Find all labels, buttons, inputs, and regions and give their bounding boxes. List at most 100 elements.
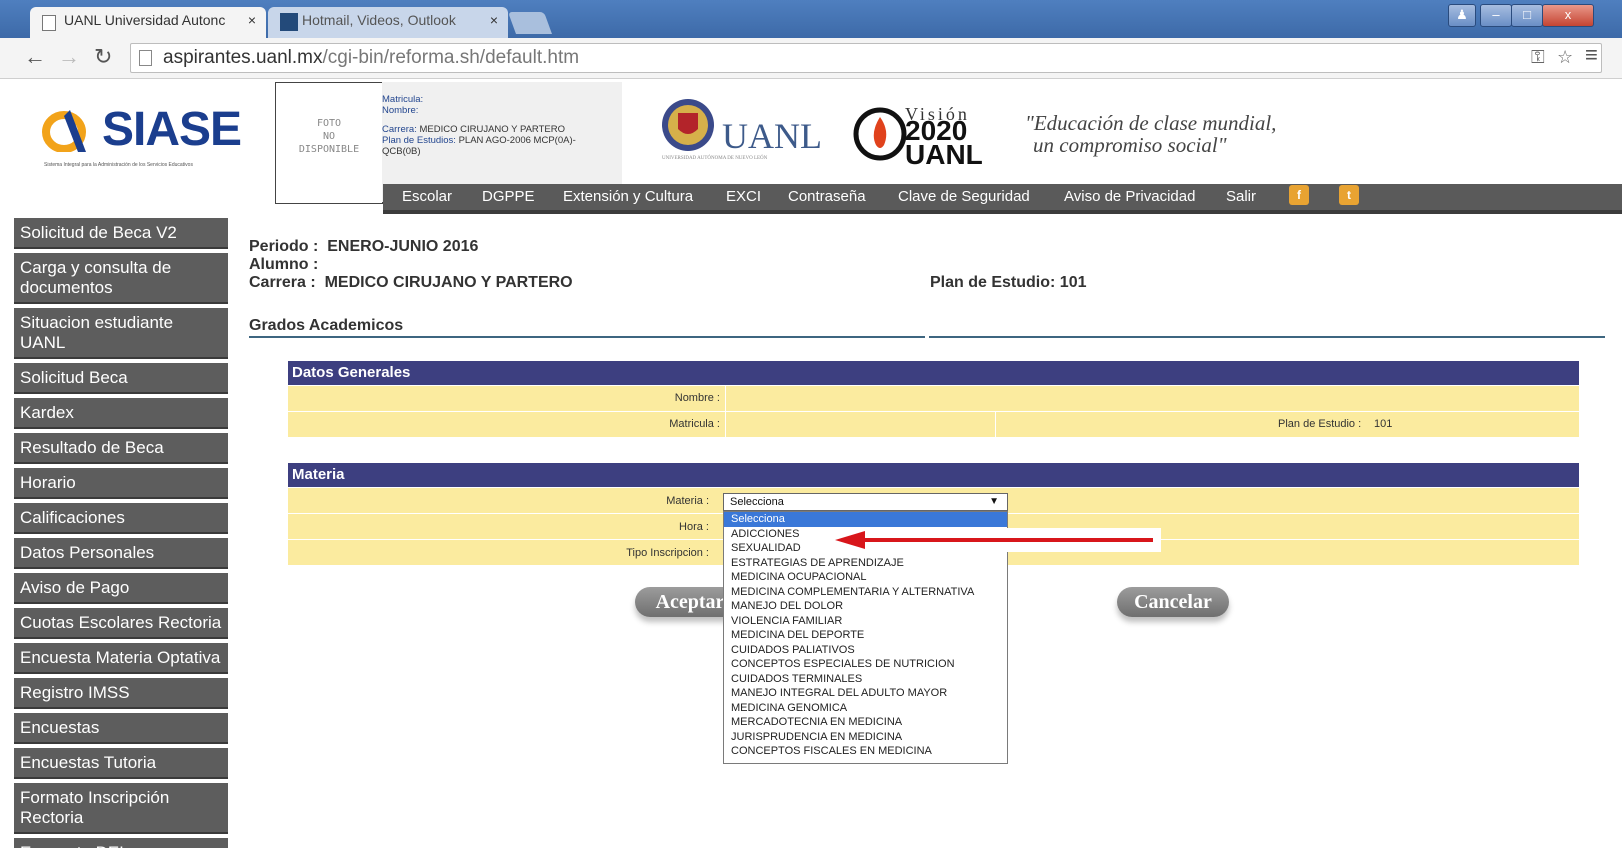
plan-estudio-value: 101 (1374, 418, 1393, 430)
page-icon (139, 50, 152, 66)
sidebar-item-calificaciones[interactable]: Calificaciones (14, 503, 228, 534)
dropdown-option[interactable]: Selecciona (724, 512, 1007, 527)
tab-title: UANL Universidad Autonc (64, 12, 226, 28)
sidebar-item-resultado-beca[interactable]: Resultado de Beca (14, 433, 228, 464)
facebook-icon[interactable]: f (1289, 185, 1309, 205)
carrera-value: MEDICO CIRUJANO Y PARTERO (324, 274, 573, 291)
nav-salir[interactable]: Salir (1226, 188, 1256, 205)
matricula-row: Matricula : Plan de Estudio : 101 (288, 412, 1579, 437)
sidebar-item-encuestas[interactable]: Encuestas (14, 713, 228, 744)
nav-contrasena[interactable]: Contraseña (788, 188, 866, 205)
user-icon[interactable]: ♟ (1448, 4, 1476, 27)
url-text: aspirantes.uanl.mx/cgi-bin/reforma.sh/de… (163, 47, 580, 68)
siase-logo-icon (42, 110, 86, 152)
tipo-inscripcion-label: Tipo Inscripcion : (626, 547, 709, 559)
plan-estudio: Plan de Estudio: 101 (930, 274, 1087, 291)
dropdown-option[interactable]: CUIDADOS PALIATIVOS (724, 643, 1007, 658)
nav-exci[interactable]: EXCI (726, 188, 761, 205)
dropdown-option[interactable]: MEDICINA DEL DEPORTE (724, 628, 1007, 643)
sidebar-item-cuotas-escolares[interactable]: Cuotas Escolares Rectoria (14, 608, 228, 639)
sidebar-item-horario[interactable]: Horario (14, 468, 228, 499)
siase-logo[interactable]: SIASE Sistema Integral para la Administr… (40, 103, 242, 184)
sidebar-item-formato-inscripcion[interactable]: Formato Inscripción Rectoria (14, 783, 228, 834)
msn-icon (280, 13, 298, 31)
motto: "Educación de clase mundial, un compromi… (1025, 111, 1277, 157)
sidebar-item-encuesta-del[interactable]: Encuesta DEL (14, 838, 228, 848)
nav-clave-seguridad[interactable]: Clave de Seguridad (898, 188, 1030, 205)
sidebar-item-datos-personales[interactable]: Datos Personales (14, 538, 228, 569)
nav-extension-cultura[interactable]: Extensión y Cultura (563, 188, 693, 205)
twitter-icon[interactable]: t (1339, 185, 1359, 205)
minimize-button[interactable]: – (1480, 4, 1512, 27)
reload-icon[interactable]: ↻ (94, 44, 112, 70)
plan-value: PLAN AGO-2006 MCP(0A)- (458, 135, 576, 146)
tab-title: Hotmail, Videos, Outlook (302, 12, 456, 28)
sidebar-item-solicitud-beca[interactable]: Solicitud Beca (14, 363, 228, 394)
browser-tab-bar: UANL Universidad Autonc × Hotmail, Video… (0, 0, 1622, 38)
dropdown-option[interactable]: MEDICINA GENOMICA (724, 701, 1007, 716)
menu-icon[interactable]: ≡ (1585, 42, 1598, 68)
back-arrow-icon[interactable]: ← (24, 44, 46, 70)
section-divider (929, 336, 1605, 338)
sidebar-item-situacion-estudiante[interactable]: Situacion estudiante UANL (14, 308, 228, 359)
uanl-shield-icon (662, 99, 714, 151)
dropdown-option[interactable]: MEDICINA OCUPACIONAL (724, 570, 1007, 585)
sidebar-item-carga-documentos[interactable]: Carga y consulta de documentos (14, 253, 228, 304)
maximize-button[interactable]: □ (1511, 4, 1543, 27)
logo-subtitle: Sistema Integral para la Administración … (44, 162, 193, 168)
sidebar-item-aviso-pago[interactable]: Aviso de Pago (14, 573, 228, 604)
vision-year: 2020 UANL (905, 115, 983, 170)
sidebar-item-encuesta-materia[interactable]: Encuesta Materia Optativa (14, 643, 228, 674)
alumno-label: Alumno : (249, 256, 319, 273)
sidebar-item-kardex[interactable]: Kardex (14, 398, 228, 429)
dropdown-option[interactable]: MEDICINA COMPLEMENTARIA Y ALTERNATIVA (724, 585, 1007, 600)
dropdown-option[interactable]: CONCEPTOS FISCALES EN MEDICINA (724, 744, 1007, 759)
nombre-label: Nombre : (674, 392, 720, 404)
matricula-label: Matricula: (382, 94, 424, 105)
forward-arrow-icon[interactable]: → (58, 44, 80, 70)
close-tab-icon[interactable]: × (490, 12, 498, 28)
sidebar-item-solicitud-beca-v2[interactable]: Solicitud de Beca V2 (14, 218, 228, 249)
dropdown-option[interactable]: CONCEPTOS ESPECIALES DE NUTRICION (724, 657, 1007, 672)
close-tab-icon[interactable]: × (248, 12, 256, 28)
star-icon[interactable]: ☆ (1557, 47, 1573, 68)
dropdown-option[interactable]: MERCADOTECNIA EN MEDICINA (724, 715, 1007, 730)
sidebar-item-registro-imss[interactable]: Registro IMSS (14, 678, 228, 709)
nav-escolar[interactable]: Escolar (402, 188, 452, 205)
dropdown-option[interactable]: CUIDADOS TERMINALES (724, 672, 1007, 687)
section-title: Grados Academicos (249, 317, 404, 334)
page-icon (42, 15, 56, 31)
dropdown-option[interactable]: MANEJO DEL DOLOR (724, 599, 1007, 614)
uanl-subtitle: UNIVERSIDAD AUTÓNOMA DE NUEVO LEÓN (662, 156, 768, 161)
plan-estudio-label: Plan de Estudio : (1278, 418, 1362, 430)
browser-tab-hotmail[interactable]: Hotmail, Videos, Outlook × (268, 7, 508, 38)
matricula-label: Matricula : (669, 418, 720, 430)
periodo: Periodo : ENERO-JUNIO 2016 (249, 238, 479, 255)
nav-dgppe[interactable]: DGPPE (482, 188, 535, 205)
student-photo: FOTO NO DISPONIBLE (275, 82, 383, 204)
nombre-label: Nombre: (382, 105, 419, 116)
plan-value: 101 (1059, 274, 1087, 291)
logo-text: SIASE (102, 103, 242, 156)
nav-aviso-privacidad[interactable]: Aviso de Privacidad (1064, 188, 1195, 205)
materia-select[interactable]: Selecciona ▼ (723, 493, 1008, 511)
carrera: Carrera : MEDICO CIRUJANO Y PARTERO (249, 274, 573, 291)
new-tab-button[interactable] (507, 12, 553, 34)
annotation-arrow-icon (835, 528, 1161, 552)
dropdown-option[interactable]: MANEJO INTEGRAL DEL ADULTO MAYOR (724, 686, 1007, 701)
key-icon[interactable]: ⚿ (1531, 47, 1545, 68)
dropdown-option[interactable]: ESTRATEGIAS DE APRENDIZAJE (724, 556, 1007, 571)
cancelar-button[interactable]: Cancelar (1117, 587, 1229, 617)
dropdown-option[interactable]: JURISPRUDENCIA EN MEDICINA (724, 730, 1007, 745)
section-divider (249, 336, 925, 338)
periodo-value: ENERO-JUNIO 2016 (327, 238, 479, 255)
materia-header: Materia (288, 463, 1579, 487)
nombre-row: Nombre : (288, 386, 1579, 411)
close-window-button[interactable]: x (1542, 4, 1594, 27)
dropdown-option[interactable]: VIOLENCIA FAMILIAR (724, 614, 1007, 629)
carrera-value: MEDICO CIRUJANO Y PARTERO (419, 124, 565, 135)
browser-tab-uanl[interactable]: UANL Universidad Autonc × (30, 7, 266, 38)
url-field[interactable]: aspirantes.uanl.mx/cgi-bin/reforma.sh/de… (130, 43, 1602, 73)
dropdown-arrow-icon: ▼ (989, 496, 999, 507)
sidebar-item-encuestas-tutoria[interactable]: Encuestas Tutoria (14, 748, 228, 779)
